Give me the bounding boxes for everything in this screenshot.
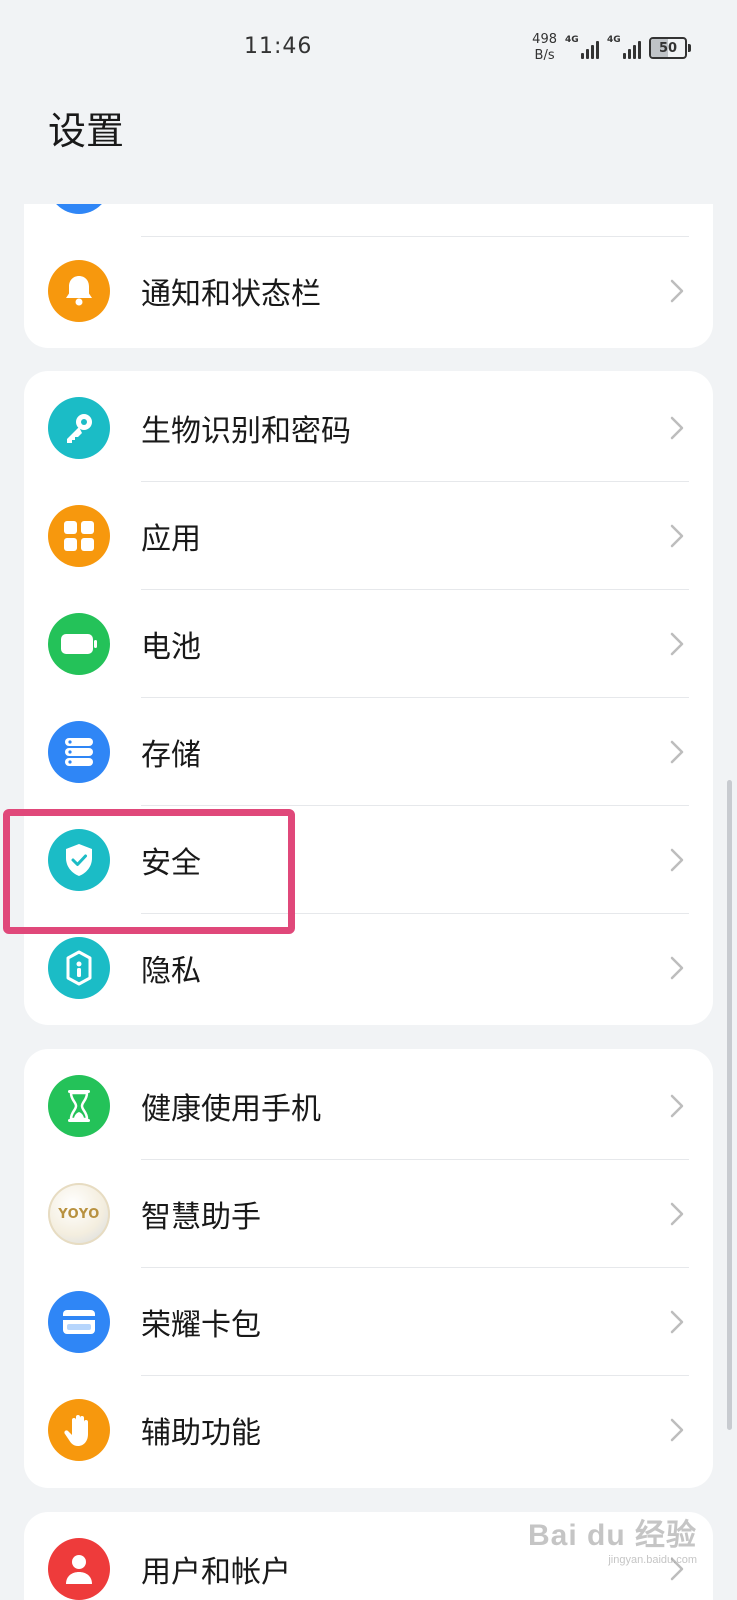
watermark-main: Bai du 经验 — [527, 1519, 697, 1552]
settings-item-biometrics[interactable]: 生物识别和密码 — [24, 374, 713, 482]
settings-item-wallet[interactable]: 荣耀卡包 — [24, 1268, 713, 1376]
settings-card-security: 生物识别和密码 应用 电池 存储 安全 隐私 — [24, 371, 713, 1025]
settings-item-apps[interactable]: 应用 — [24, 482, 713, 590]
privacy-lock-icon — [48, 937, 110, 999]
settings-item-notifications[interactable]: 通知和状态栏 — [24, 237, 713, 345]
watermark: Bai du 经验 jingyan.baidu.com — [528, 1510, 697, 1566]
chevron-right-icon — [670, 632, 684, 656]
battery-icon — [48, 613, 110, 675]
settings-item-battery[interactable]: 电池 — [24, 590, 713, 698]
partial-item-icon — [48, 204, 110, 214]
chevron-right-icon — [670, 416, 684, 440]
signal-2-icon: 4G — [607, 35, 641, 59]
chevron-right-icon — [670, 1418, 684, 1442]
settings-item-label: 通知和状态栏 — [141, 277, 321, 312]
settings-item-label: 辅助功能 — [141, 1416, 261, 1451]
shield-check-icon — [48, 829, 110, 891]
settings-item-label: 安全 — [141, 846, 201, 881]
key-icon — [48, 397, 110, 459]
settings-screen: 11:46 498 B/s 4G 4G 50 设置 通知和状态栏 生物识别和密码… — [0, 0, 737, 1600]
chevron-right-icon — [670, 1310, 684, 1334]
chevron-right-icon — [670, 956, 684, 980]
chevron-right-icon — [670, 1094, 684, 1118]
user-icon — [48, 1538, 110, 1600]
battery-indicator-icon: 50 — [649, 37, 691, 59]
apps-grid-icon — [48, 505, 110, 567]
network-speed-value: 498 — [532, 32, 557, 47]
signal-1-icon: 4G — [565, 35, 599, 59]
settings-item-label: 应用 — [141, 522, 201, 557]
chevron-right-icon — [670, 1202, 684, 1226]
status-icons: 498 B/s 4G 4G 50 — [532, 32, 691, 64]
yoyo-badge-text: YOYO — [58, 1206, 100, 1222]
settings-item-storage[interactable]: 存储 — [24, 698, 713, 806]
battery-level: 50 — [658, 40, 678, 56]
settings-item-label: 生物识别和密码 — [141, 414, 351, 449]
settings-item-smart-assistant[interactable]: YOYO 智慧助手 — [24, 1160, 713, 1268]
settings-item-label: 隐私 — [141, 954, 201, 989]
yoyo-assistant-icon: YOYO — [48, 1183, 110, 1245]
chevron-right-icon — [670, 279, 684, 303]
settings-item-security[interactable]: 安全 — [24, 806, 713, 914]
network-speed-unit: B/s — [534, 48, 555, 63]
settings-card-display: 通知和状态栏 — [24, 204, 713, 348]
signal-2-label: 4G — [607, 35, 621, 45]
settings-item-label: 健康使用手机 — [141, 1092, 321, 1127]
page-title: 设置 — [48, 109, 125, 153]
scrollbar[interactable] — [727, 780, 732, 1430]
chevron-right-icon — [670, 740, 684, 764]
settings-item-label: 存储 — [141, 738, 201, 773]
settings-item-digital-balance[interactable]: 健康使用手机 — [24, 1052, 713, 1160]
settings-card-assistance: 健康使用手机 YOYO 智慧助手 荣耀卡包 辅助功能 — [24, 1049, 713, 1488]
settings-item-label: 荣耀卡包 — [141, 1308, 261, 1343]
settings-item-label: 电池 — [141, 630, 201, 665]
hand-icon — [48, 1399, 110, 1461]
watermark-sub: jingyan.baidu.com — [608, 1554, 697, 1566]
wallet-card-icon — [48, 1291, 110, 1353]
hourglass-icon — [48, 1075, 110, 1137]
chevron-right-icon — [670, 848, 684, 872]
storage-icon — [48, 721, 110, 783]
settings-item-label: 用户和帐户 — [141, 1555, 291, 1590]
signal-1-label: 4G — [565, 35, 579, 45]
settings-item-accessibility[interactable]: 辅助功能 — [24, 1376, 713, 1484]
chevron-right-icon — [670, 524, 684, 548]
bell-icon — [48, 260, 110, 322]
network-speed: 498 B/s — [532, 32, 557, 64]
settings-item-privacy[interactable]: 隐私 — [24, 914, 713, 1022]
status-time: 11:46 — [244, 34, 313, 59]
settings-item-label: 智慧助手 — [141, 1200, 261, 1235]
